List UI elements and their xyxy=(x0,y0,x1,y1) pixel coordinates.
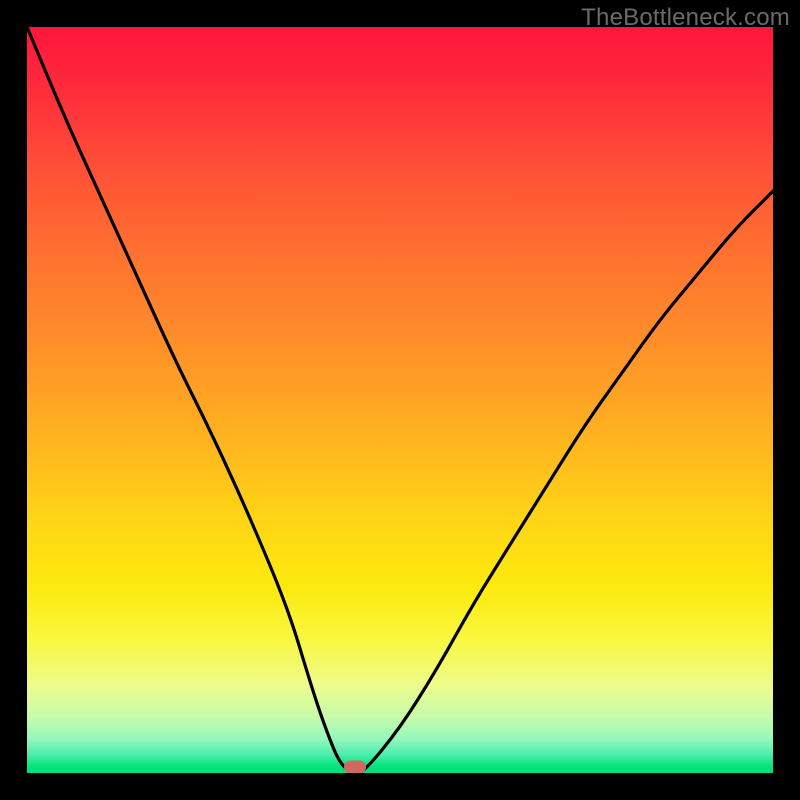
plot-area xyxy=(27,27,773,773)
chart-frame: TheBottleneck.com xyxy=(0,0,800,800)
bottleneck-curve xyxy=(27,27,773,773)
minimum-marker-icon xyxy=(344,761,366,774)
